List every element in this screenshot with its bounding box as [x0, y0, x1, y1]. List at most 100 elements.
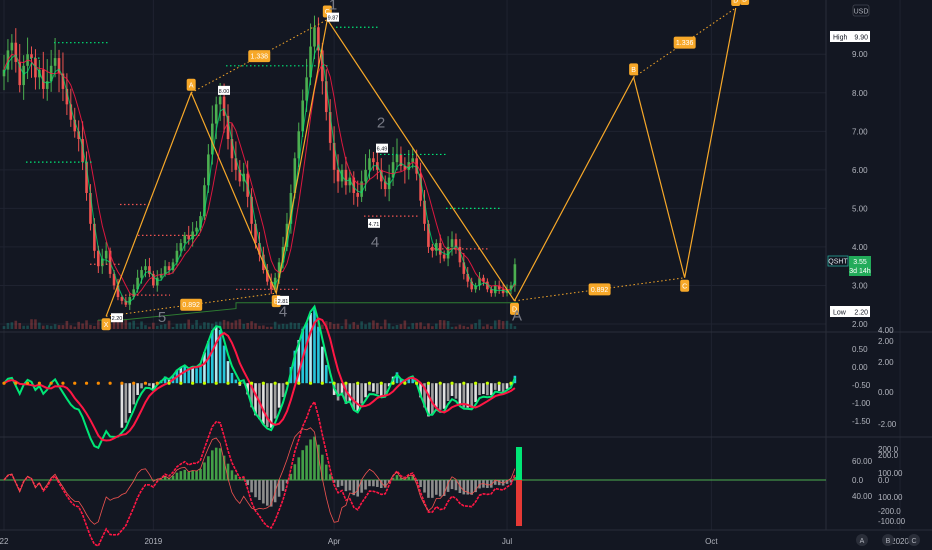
candle[interactable] — [344, 169, 348, 186]
candle[interactable] — [364, 169, 367, 182]
volume-bar — [73, 326, 77, 329]
wave-label: 1 — [329, 0, 337, 13]
macd-histogram-bar — [356, 383, 359, 412]
macd-tick-label: -1.50 — [852, 417, 871, 426]
macd-histogram-bar — [376, 383, 379, 394]
candle[interactable] — [214, 104, 218, 124]
volume-bar — [199, 325, 202, 329]
zero-line-dot — [214, 381, 218, 385]
macd-right-tick-label: 4.00 — [878, 326, 894, 335]
high-label: High — [833, 35, 848, 42]
osc-histogram-bar — [187, 471, 191, 480]
zero-line-dot — [391, 381, 395, 385]
osc-histogram-bar — [218, 448, 222, 480]
volume-bar — [285, 324, 289, 329]
candle[interactable] — [10, 42, 14, 51]
osc-histogram-bar — [305, 445, 308, 480]
time-tick-label: 2020 — [891, 537, 909, 546]
price-tick-label: 2.00 — [852, 320, 868, 329]
osc-right-tick-label: 0.0 — [878, 476, 890, 485]
zero-line-dot — [273, 381, 277, 385]
volume-bar — [152, 322, 155, 329]
osc-histogram-bar — [191, 470, 194, 480]
osc-histogram-bar — [297, 457, 301, 480]
macd-histogram-bar — [442, 383, 446, 409]
macd-histogram-bar — [277, 383, 281, 408]
price-tick-label: 9.00 — [852, 50, 868, 59]
zero-line-dot — [96, 381, 100, 385]
volume-bar — [454, 326, 458, 329]
price-tick-label: 7.00 — [852, 127, 868, 136]
candle[interactable] — [313, 27, 316, 47]
candle[interactable] — [501, 289, 505, 294]
candle[interactable] — [493, 285, 497, 294]
scale-button-label: C — [911, 538, 916, 545]
candle[interactable] — [187, 235, 191, 240]
macd-histogram-bar — [210, 330, 214, 384]
candle[interactable] — [53, 58, 57, 66]
volume-bar — [336, 323, 340, 329]
osc-right-tick-label: -200.0 — [878, 507, 901, 516]
macd-histogram-bar — [187, 369, 191, 384]
zero-line-dot — [474, 381, 478, 385]
volume-bar — [411, 323, 415, 329]
scale-buttons[interactable]: A B C — [856, 534, 920, 546]
volume-bar — [30, 319, 33, 329]
volume-bar — [356, 324, 359, 329]
candle[interactable] — [104, 250, 108, 259]
candle[interactable] — [372, 158, 375, 163]
volume-bar — [289, 322, 293, 329]
volume-bar — [97, 320, 100, 329]
candle[interactable] — [336, 169, 340, 182]
volume-bar — [77, 321, 80, 329]
candle[interactable] — [183, 235, 187, 244]
volume-bar — [383, 319, 387, 329]
zero-line-dot — [332, 381, 336, 385]
volume-bar — [486, 324, 489, 329]
volume-bar — [49, 325, 53, 329]
bar-tag: 2.20 — [112, 316, 123, 322]
volume-bar — [14, 320, 18, 329]
candle[interactable] — [450, 239, 454, 247]
wave-label: A — [512, 307, 522, 324]
zero-line-dot — [450, 381, 454, 385]
wave-label: 4 — [371, 234, 379, 251]
volume-bar — [89, 324, 92, 329]
osc-histogram-bar — [250, 480, 253, 493]
macd-histogram-bar — [470, 383, 473, 408]
candle[interactable] — [195, 227, 198, 232]
candle[interactable] — [442, 254, 446, 259]
zero-line-dot — [297, 381, 301, 385]
volume-bar — [148, 326, 151, 329]
candle[interactable] — [167, 266, 171, 271]
macd-histogram-bar — [450, 383, 454, 396]
candle[interactable] — [22, 65, 25, 86]
osc-right-tick-label: 200.0 — [878, 451, 899, 460]
volume-bar — [61, 325, 65, 329]
candle[interactable] — [368, 158, 371, 170]
candle[interactable] — [140, 270, 143, 278]
macd-histogram-bar — [309, 312, 312, 384]
zero-line-dot — [226, 381, 230, 385]
osc-histogram-bar — [210, 450, 214, 480]
volume-bar — [376, 322, 379, 329]
candle[interactable] — [179, 243, 183, 251]
osc-histogram-bar — [407, 477, 411, 480]
candle[interactable] — [144, 266, 147, 271]
osc-histogram-bar — [321, 454, 324, 480]
volume-bar — [262, 325, 265, 329]
volume-bar — [81, 323, 84, 329]
candle[interactable] — [222, 96, 226, 116]
volume-bar — [53, 324, 57, 329]
osc-histogram-bar — [262, 480, 265, 504]
candle[interactable] — [218, 96, 222, 105]
candle[interactable] — [395, 154, 399, 163]
osc-histogram-bar — [230, 470, 234, 480]
trading-chart[interactable]: XABCDBCD D0.8921.3380.8921.3362.208.002.8… — [0, 0, 932, 550]
volume-bar — [419, 322, 422, 329]
candle[interactable] — [356, 192, 359, 197]
macd-histogram-bar — [191, 367, 194, 384]
macd-histogram-bar — [132, 383, 135, 405]
volume-bar — [132, 320, 135, 329]
volume-bar — [112, 321, 116, 329]
